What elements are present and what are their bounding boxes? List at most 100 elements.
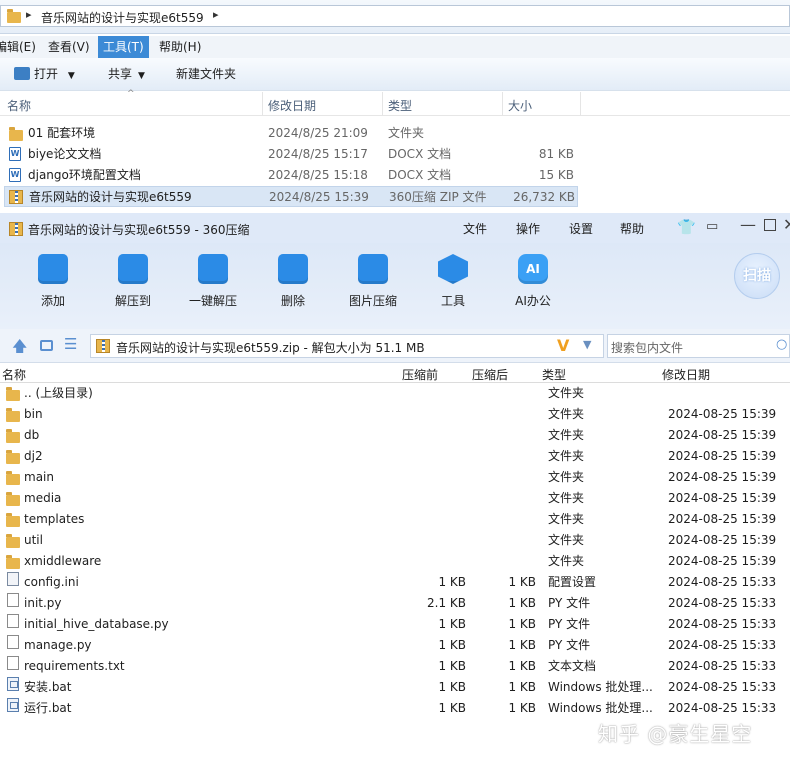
zip-icon [9, 222, 23, 236]
menu-settings[interactable]: 设置 [569, 220, 593, 237]
size-after: 1 KB [508, 617, 536, 631]
file-modified: 2024-08-25 15:33 [668, 638, 777, 652]
search-icon[interactable]: ○ [776, 337, 787, 352]
column-divider[interactable] [502, 92, 503, 116]
col-name[interactable]: 名称 [7, 97, 31, 114]
folder-row[interactable]: bin 文件夹 2024-08-25 15:39 [0, 404, 790, 425]
tool-label: 添加 [40, 294, 65, 308]
folder-row[interactable]: xmiddleware 文件夹 2024-08-25 15:39 [0, 551, 790, 572]
command-bar: 打开 ▼ 共享 ▼ 新建文件夹 [0, 58, 790, 91]
thumbnail-view-icon[interactable] [40, 340, 53, 351]
file-name: media [24, 491, 62, 505]
share-button[interactable]: 共享 ▼ [108, 66, 145, 84]
tool-label: 一键解压 [188, 294, 237, 308]
file-modified: 2024-08-25 15:39 [668, 407, 777, 421]
tool-label: 解压到 [114, 294, 151, 308]
list-view-icon[interactable]: ☰ [64, 335, 77, 353]
chevron-down-icon[interactable]: ▼ [583, 338, 591, 351]
column-divider[interactable] [382, 92, 383, 116]
folder-icon [6, 429, 20, 443]
file-row[interactable]: 运行.bat 1 KB 1 KB Windows 批处理... 2024-08-25 1… [0, 698, 790, 719]
tool-extract-to[interactable]: 解压到 [93, 251, 173, 309]
col-modified[interactable]: 修改日期 [662, 366, 710, 383]
open-label: 打开 [34, 67, 59, 81]
folder-row[interactable]: db 文件夹 2024-08-25 15:39 [0, 425, 790, 446]
file-type: 文件夹 [388, 126, 425, 140]
minimize-icon[interactable]: — [740, 215, 756, 234]
menu-help[interactable]: 帮助(H) [154, 36, 206, 58]
file-modified: 2024-08-25 15:39 [668, 470, 777, 484]
tool-delete[interactable]: 删除 [253, 251, 333, 309]
file-icon [7, 635, 19, 649]
breadcrumb-chevron-icon[interactable]: ▸ [213, 8, 219, 21]
search-input[interactable]: 搜索包内文件 [611, 339, 683, 356]
open-button[interactable]: 打开 ▼ [14, 66, 75, 84]
file-row[interactable]: init.py 2.1 KB 1 KB PY 文件 2024-08-25 15:33 [0, 593, 790, 614]
file-size: 26,732 KB [513, 190, 575, 204]
col-type[interactable]: 类型 [388, 97, 412, 114]
menu-tools[interactable]: 工具(T) [98, 36, 149, 58]
file-row[interactable]: config.ini 1 KB 1 KB 配置设置 2024-08-25 15:33 [0, 572, 790, 593]
folder-row[interactable]: main 文件夹 2024-08-25 15:39 [0, 467, 790, 488]
tool-label: 删除 [280, 294, 305, 308]
size-before: 1 KB [438, 638, 466, 652]
breadcrumb[interactable]: 音乐网站的设计与实现e6t559 [41, 9, 204, 26]
feedback-icon[interactable]: ▭ [706, 219, 718, 234]
tool-add[interactable]: 添加 [13, 251, 93, 309]
tool-tools[interactable]: 工具 [413, 251, 493, 309]
file-name: initial_hive_database.py [24, 617, 169, 631]
size-before: 1 KB [438, 617, 466, 631]
folder-row[interactable]: util 文件夹 2024-08-25 15:39 [0, 530, 790, 551]
menu-edit[interactable]: 编辑(E) [0, 36, 41, 58]
file-name: requirements.txt [24, 659, 125, 673]
menu-operate[interactable]: 操作 [516, 220, 540, 237]
file-row[interactable]: 音乐网站的设计与实现e6t559 2024/8/25 15:39 360压缩 ZIP… [4, 186, 578, 207]
tool-ai-office[interactable]: AI AI办公 [493, 251, 573, 309]
search-field[interactable]: 搜索包内文件 ○ [607, 334, 790, 358]
skin-icon[interactable]: 👕 [677, 218, 696, 236]
size-after: 1 KB [508, 596, 536, 610]
file-row[interactable]: manage.py 1 KB 1 KB PY 文件 2024-08-25 15:33 [0, 635, 790, 656]
menu-view[interactable]: 查看(V) [43, 36, 95, 58]
col-size[interactable]: 大小 [508, 97, 532, 114]
col-unpacked[interactable]: 压缩后 [472, 366, 508, 383]
scan-button[interactable]: 扫描 [734, 253, 780, 299]
file-row[interactable]: Wdjango环境配置文档 2024/8/25 15:18 DOCX 文档 15 KB [4, 165, 578, 186]
file-row[interactable]: requirements.txt 1 KB 1 KB 文本文档 2024-08-25 1… [0, 656, 790, 677]
folder-row[interactable]: .. (上级目录) 文件夹 [0, 383, 790, 404]
column-divider[interactable] [580, 92, 581, 116]
folder-icon [6, 555, 20, 569]
menu-help[interactable]: 帮助 [620, 220, 644, 237]
add-icon [38, 254, 68, 284]
tool-one-click-extract[interactable]: 一键解压 [173, 251, 253, 309]
folder-icon [6, 408, 20, 422]
file-row[interactable]: 01 配套环境 2024/8/25 21:09 文件夹 [4, 123, 578, 144]
col-packed[interactable]: 压缩前 [402, 366, 438, 383]
folder-row[interactable]: templates 文件夹 2024-08-25 15:39 [0, 509, 790, 530]
close-icon[interactable]: ✕ [783, 215, 790, 234]
folder-row[interactable]: dj2 文件夹 2024-08-25 15:39 [0, 446, 790, 467]
file-row[interactable]: 安装.bat 1 KB 1 KB Windows 批处理... 2024-08-25 1… [0, 677, 790, 698]
v-badge-icon[interactable]: V [557, 336, 569, 355]
file-name: init.py [24, 596, 62, 610]
path-bar[interactable]: 音乐网站的设计与实现e6t559.zip - 解包大小为 51.1 MB V ▼ [90, 334, 604, 358]
col-type[interactable]: 类型 [542, 366, 566, 383]
file-modified: 2024/8/25 21:09 [268, 126, 368, 140]
folder-row[interactable]: media 文件夹 2024-08-25 15:39 [0, 488, 790, 509]
menu-file[interactable]: 文件 [463, 220, 487, 237]
maximize-icon[interactable] [764, 219, 776, 231]
new-folder-button[interactable]: 新建文件夹 [176, 66, 236, 82]
file-icon [7, 656, 19, 670]
file-name: db [24, 428, 40, 442]
size-before: 1 KB [438, 659, 466, 673]
tool-image-compress[interactable]: 图片压缩 [333, 251, 413, 309]
tool-label: AI办公 [515, 294, 551, 308]
file-row[interactable]: Wbiye论文文档 2024/8/25 15:17 DOCX 文档 81 KB [4, 144, 578, 165]
file-row[interactable]: initial_hive_database.py 1 KB 1 KB PY 文件 202… [0, 614, 790, 635]
col-name[interactable]: 名称 [2, 366, 26, 383]
up-arrow-icon[interactable]: 🡅 [12, 336, 27, 361]
address-box[interactable]: ▸ 音乐网站的设计与实现e6t559 ▸ [0, 5, 790, 27]
column-divider[interactable] [262, 92, 263, 116]
file-type: 文件夹 [548, 386, 585, 400]
col-modified[interactable]: 修改日期 [268, 97, 316, 114]
